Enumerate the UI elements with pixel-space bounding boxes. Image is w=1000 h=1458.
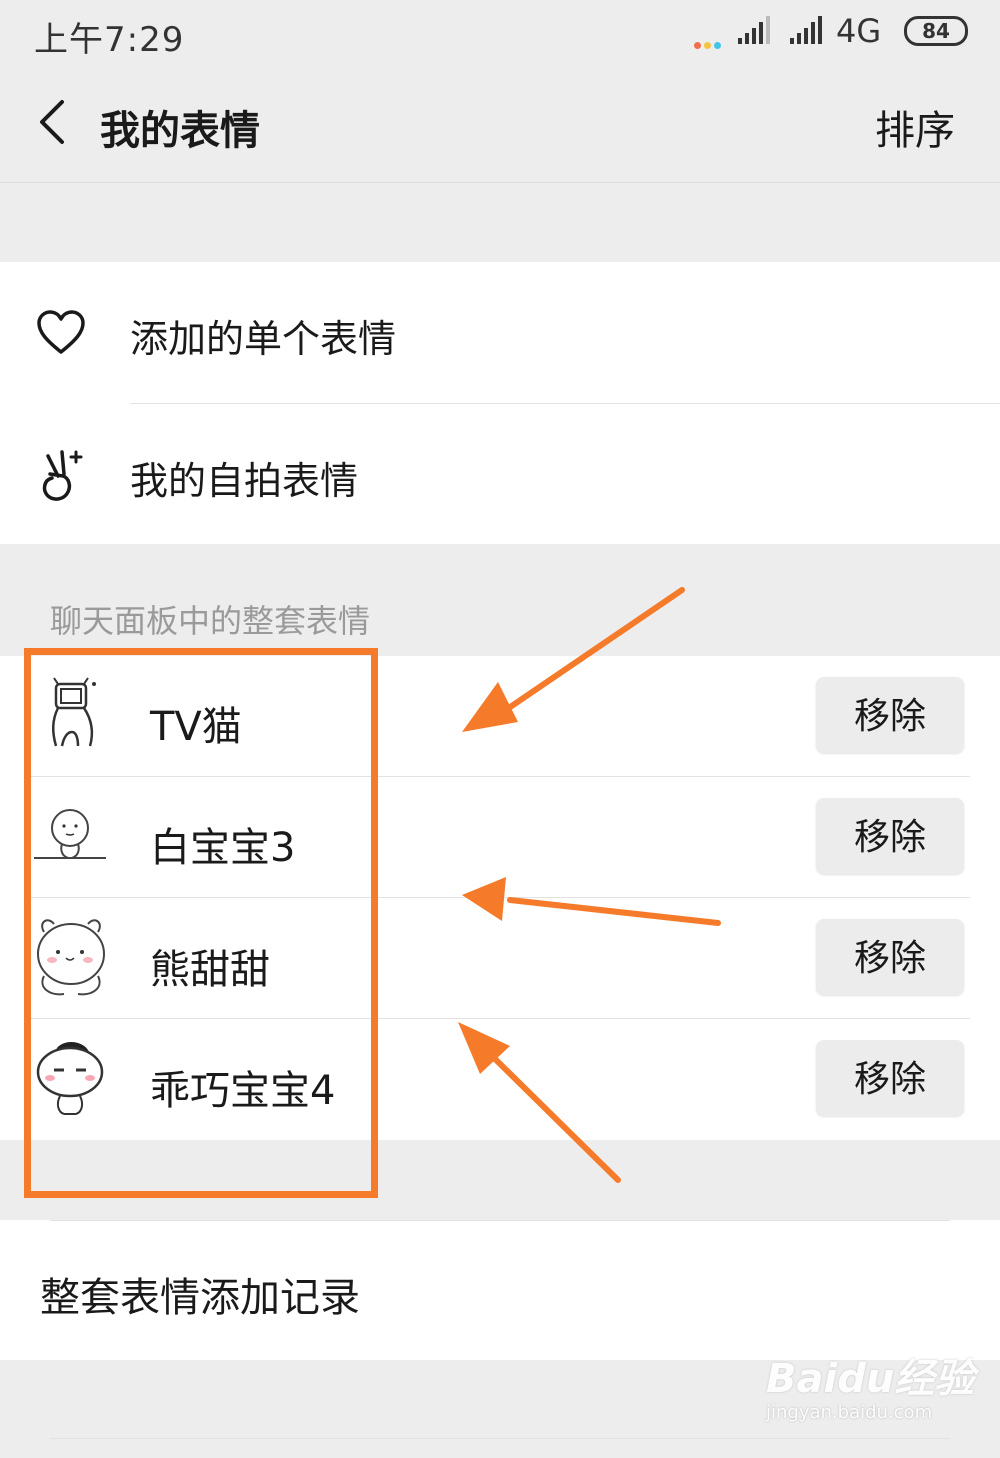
annotation-arrow-3 [458,1022,621,1183]
baidu-watermark: Baidu经验 jingyan.baidu.com [766,1346,974,1423]
arrowhead-icon [462,877,506,921]
selfie-hand-icon [42,450,83,501]
network-type: 4G [836,12,882,50]
arrow-line [507,897,721,926]
arrowhead-icon [462,682,518,732]
remove-button[interactable]: 移除 [816,798,964,874]
battery-icon: 84 [904,16,968,46]
arrow-line [485,1049,621,1183]
heart-icon [37,310,85,354]
back-arrow-icon[interactable] [36,98,70,146]
section-header: 聊天面板中的整套表情 [50,602,371,640]
history-label: 整套表情添加记录 [40,1275,360,1321]
divider [50,1438,950,1439]
divider [50,1220,950,1221]
notification-dots-icon [694,34,724,53]
signal-icon [790,16,822,44]
remove-button[interactable]: 移除 [816,1040,964,1116]
status-time: 上午7:29 [34,20,185,60]
watermark-url: jingyan.baidu.com [766,1402,933,1423]
selfie-stickers-label: 我的自拍表情 [130,459,359,503]
remove-button[interactable]: 移除 [816,677,964,753]
signal-icon [738,16,770,44]
arrow-line [497,587,685,717]
single-stickers-label: 添加的单个表情 [130,317,397,361]
remove-button[interactable]: 移除 [816,919,964,995]
watermark-logo: Baidu经验 [766,1356,975,1402]
sort-button[interactable]: 排序 [875,98,955,156]
page-title: 我的表情 [100,108,260,154]
highlight-box [24,648,378,1198]
